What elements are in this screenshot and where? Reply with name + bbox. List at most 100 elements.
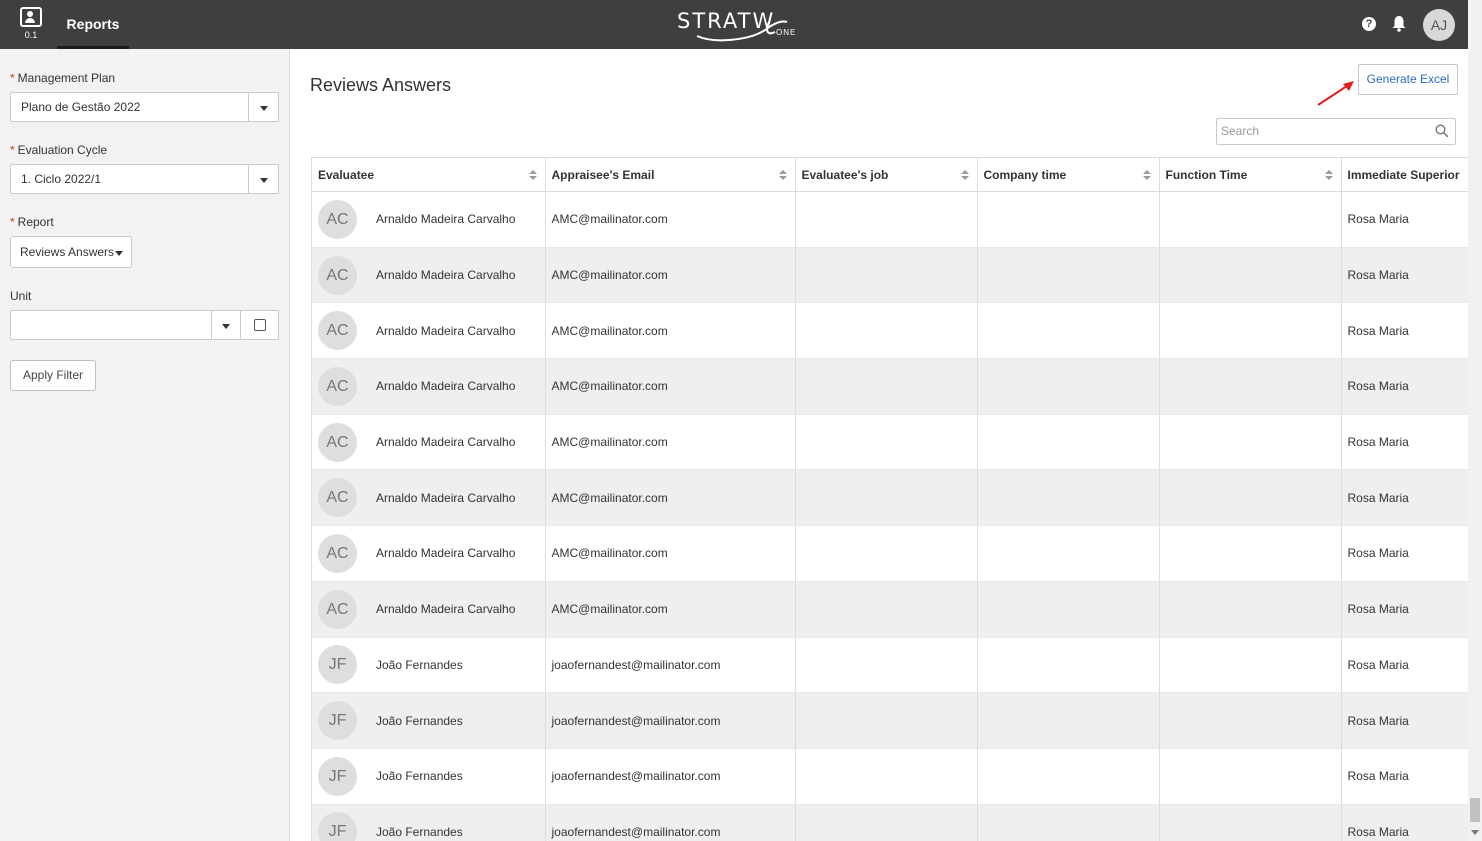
column-header-label: Company time — [983, 167, 1067, 182]
column-header-label: Appraisee's Email — [551, 167, 655, 182]
avatar: JF — [318, 756, 357, 796]
evaluatee: AC Arnaldo Madeira Carvalho — [318, 533, 539, 573]
avatar: JF — [318, 645, 357, 685]
job-cell — [795, 469, 978, 527]
function-time-cell — [1159, 581, 1342, 638]
avatar: AC — [318, 255, 357, 295]
user-avatar[interactable]: AJ — [1423, 9, 1455, 41]
app-version: 0.1 — [24, 30, 38, 40]
annotation-arrow — [1317, 81, 1354, 106]
job-cell — [795, 804, 978, 841]
search-input[interactable]: Search — [1216, 118, 1456, 145]
evaluatee-cell: AC Arnaldo Madeira Carvalho — [312, 358, 546, 415]
evaluatee-name: Arnaldo Madeira Carvalho — [376, 435, 516, 450]
email-cell: AMC@mailinator.com — [545, 525, 796, 582]
evaluation-cycle-select[interactable]: 1. Ciclo 2022/1 — [10, 164, 279, 194]
label-text: Evaluation Cycle — [17, 143, 108, 157]
column-header[interactable]: Appraisee's Email — [545, 157, 796, 192]
job-cell — [795, 525, 978, 582]
table-row[interactable]: AC Arnaldo Madeira Carvalho AMC@mailinator… — [312, 469, 1468, 527]
column-header[interactable]: Company time — [977, 157, 1160, 192]
generate-excel-button[interactable]: Generate Excel — [1358, 64, 1458, 95]
evaluatee-cell: JF João Fernandes — [312, 804, 546, 841]
required-mark: * — [10, 71, 15, 85]
page-scrollbar[interactable] — [1468, 0, 1482, 841]
bell-icon[interactable] — [1392, 15, 1406, 37]
stratws-logo: STRATW ONE — [675, 8, 805, 42]
avatar: AC — [318, 589, 357, 629]
job-cell — [795, 358, 978, 415]
report-value: Reviews Answers — [20, 245, 115, 259]
app-switcher[interactable]: 0.1 — [18, 7, 44, 43]
chevron-down-icon — [259, 106, 268, 111]
table-row[interactable]: JF João Fernandes joaofernandest@mailinato… — [312, 637, 1468, 694]
column-header-label: Function Time — [1165, 167, 1248, 182]
help-icon[interactable]: ? — [1362, 17, 1376, 31]
table-row[interactable]: AC Arnaldo Madeira Carvalho AMC@mailinator… — [312, 414, 1468, 471]
evaluation-cycle-value: 1. Ciclo 2022/1 — [21, 172, 102, 186]
evaluatee: AC Arnaldo Madeira Carvalho — [318, 589, 539, 629]
scroll-down-icon[interactable] — [1471, 830, 1479, 835]
checkbox[interactable] — [254, 319, 266, 331]
avatar: AC — [318, 533, 357, 573]
sort-icon[interactable] — [1324, 170, 1333, 182]
table-row[interactable]: JF João Fernandes joaofernandest@mailinato… — [312, 692, 1468, 749]
sort-icon[interactable] — [1142, 170, 1151, 182]
sort-icon[interactable] — [960, 170, 969, 182]
column-header[interactable]: Function Time — [1159, 157, 1342, 192]
table-row[interactable]: JF João Fernandes joaofernandest@mailinato… — [312, 804, 1468, 841]
function-time-cell — [1159, 302, 1342, 360]
reviews-table: Evaluatee Appraisee's Email Evaluatee's jo… — [311, 157, 1468, 841]
table-row[interactable]: AC Arnaldo Madeira Carvalho AMC@mailinator… — [312, 302, 1468, 360]
evaluatee-cell: JF João Fernandes — [312, 692, 546, 749]
management-plan-dropdown-toggle[interactable] — [248, 93, 278, 121]
column-header[interactable]: Immediate Superior — [1341, 157, 1468, 192]
company-time-cell — [977, 637, 1160, 694]
superior-cell: Rosa Maria — [1341, 469, 1468, 527]
job-cell — [795, 692, 978, 749]
superior-cell: Rosa Maria — [1341, 637, 1468, 694]
table-row[interactable]: AC Arnaldo Madeira Carvalho AMC@mailinator… — [312, 525, 1468, 582]
report-dropdown[interactable]: Reviews Answers — [10, 236, 132, 268]
evaluatee: AC Arnaldo Madeira Carvalho — [318, 422, 539, 462]
unit-dropdown-toggle[interactable] — [211, 310, 241, 340]
management-plan-select[interactable]: Plano de Gestão 2022 — [10, 92, 279, 122]
email-cell: joaofernandest@mailinator.com — [545, 637, 796, 694]
sort-icon[interactable] — [528, 170, 537, 182]
tab-reports[interactable]: Reports — [57, 0, 129, 49]
table-row[interactable]: AC Arnaldo Madeira Carvalho AMC@mailinator… — [312, 581, 1468, 638]
apply-filter-button[interactable]: Apply Filter — [10, 360, 96, 391]
search-placeholder: Search — [1221, 124, 1260, 138]
column-header[interactable]: Evaluatee's job — [795, 157, 978, 192]
job-cell — [795, 191, 978, 248]
evaluatee-cell: AC Arnaldo Madeira Carvalho — [312, 525, 546, 582]
company-time-cell — [977, 748, 1160, 805]
unit-input[interactable] — [10, 310, 212, 340]
superior-cell: Rosa Maria — [1341, 247, 1468, 304]
evaluation-cycle-label: * Evaluation Cycle — [10, 143, 107, 157]
superior-cell: Rosa Maria — [1341, 302, 1468, 360]
evaluatee-name: João Fernandes — [376, 713, 463, 728]
scrollbar-thumb[interactable] — [1470, 798, 1480, 822]
evaluatee-name: Arnaldo Madeira Carvalho — [376, 602, 516, 617]
table-row[interactable]: AC Arnaldo Madeira Carvalho AMC@mailinator… — [312, 247, 1468, 304]
function-time-cell — [1159, 358, 1342, 415]
unit-include-subunits[interactable] — [240, 310, 279, 340]
evaluation-cycle-dropdown-toggle[interactable] — [248, 165, 278, 193]
company-time-cell — [977, 692, 1160, 749]
evaluatee-cell: AC Arnaldo Madeira Carvalho — [312, 302, 546, 360]
evaluatee-cell: JF João Fernandes — [312, 748, 546, 805]
search-icon[interactable] — [1435, 124, 1449, 138]
column-header-label: Evaluatee's job — [801, 167, 889, 182]
email-cell: AMC@mailinator.com — [545, 469, 796, 527]
function-time-cell — [1159, 692, 1342, 749]
table-row[interactable]: AC Arnaldo Madeira Carvalho AMC@mailinator… — [312, 358, 1468, 415]
sort-icon[interactable] — [778, 170, 787, 182]
column-header[interactable]: Evaluatee — [312, 157, 546, 192]
table-row[interactable]: JF João Fernandes joaofernandest@mailinato… — [312, 748, 1468, 805]
table-row[interactable]: AC Arnaldo Madeira Carvalho AMC@mailinator… — [312, 191, 1468, 248]
company-time-cell — [977, 469, 1160, 527]
top-bar: 0.1 Reports STRATW ONE ? AJ — [0, 0, 1468, 49]
function-time-cell — [1159, 414, 1342, 471]
function-time-cell — [1159, 748, 1342, 805]
